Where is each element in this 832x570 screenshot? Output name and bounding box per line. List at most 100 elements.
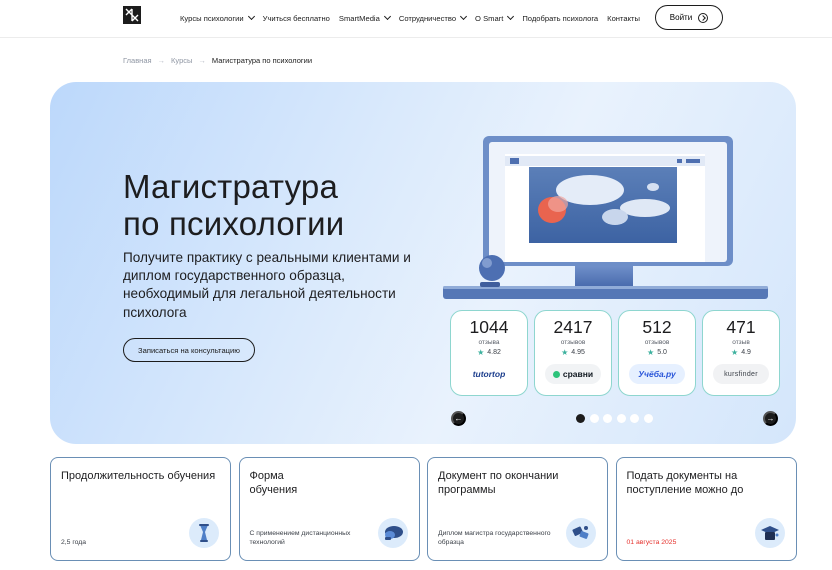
carousel-dots [576, 414, 657, 423]
nav-item-cooperation[interactable]: Сотрудничество [398, 12, 468, 23]
nav-item-smartmedia[interactable]: SmartMedia [338, 12, 391, 23]
review-label: отзыва [478, 339, 500, 346]
star-icon: ★ [731, 348, 739, 357]
info-card-form: Форма обучения С применением дистанционн… [238, 457, 420, 561]
review-cards: 1044 отзыва ★ 4.82 tutortop 2417 отзывов … [450, 310, 786, 396]
nav-label: Контакты [607, 13, 640, 23]
info-card-deadline: Подать документы на поступление можно до… [615, 457, 797, 561]
monitor-illustration [443, 136, 768, 299]
info-card-value: Диплом магистра государственного образца [438, 530, 551, 546]
info-card-title: Форма обучения [250, 469, 415, 497]
review-count: 471 [726, 317, 756, 337]
carousel-prev-button[interactable]: ← [451, 411, 466, 426]
info-card-title: Подать документы на поступление можно до [627, 469, 792, 497]
review-rating: ★ 4.9 [731, 348, 751, 357]
chevron-down-icon [460, 12, 468, 21]
chevron-down-icon [247, 12, 255, 21]
star-icon: ★ [647, 348, 655, 357]
carousel-dot[interactable] [630, 414, 639, 423]
info-card-title: Продолжительность обучения [61, 470, 216, 482]
info-card-value: С применением дистанционных технологий [249, 530, 351, 546]
star-icon: ★ [561, 348, 569, 357]
info-card-title-text: Документ по окончании программы [438, 470, 559, 496]
hero-banner: Магистратура по психологии Получите прак… [50, 82, 796, 444]
info-card-title-text: Форма обучения [249, 470, 298, 496]
nav-item-find-psychologist[interactable]: Подобрать психолога [522, 14, 598, 23]
carousel-dot[interactable] [576, 414, 585, 423]
review-card-tutortop[interactable]: 1044 отзыва ★ 4.82 tutortop [450, 310, 528, 396]
breadcrumb-current: Магистратура по психологии [211, 56, 313, 65]
star-icon: ★ [477, 348, 485, 357]
rating-value: 4.82 [487, 349, 501, 356]
carousel-dot[interactable] [589, 414, 599, 423]
chevron-down-icon [507, 12, 515, 21]
breadcrumb-separator: → [157, 56, 166, 65]
nav-item-about[interactable]: О Smart [475, 12, 515, 23]
hourglass-icon [189, 518, 219, 548]
review-label: отзывов [644, 339, 670, 346]
info-card-title-text: Подать документы на поступление можно до [626, 470, 744, 496]
info-card-value: 2,5 года [61, 539, 87, 546]
login-label: Войти [669, 13, 693, 22]
rating-value: 4.95 [571, 349, 585, 356]
carousel-next-button[interactable]: → [763, 411, 778, 426]
nav-item-courses[interactable]: Курсы психологии [180, 12, 255, 23]
nav-item-contacts[interactable]: Контакты [607, 14, 640, 23]
breadcrumb: Главная → Курсы → Магистратура по психол… [123, 56, 312, 65]
nav-label: SmartMedia [338, 13, 380, 23]
review-rating: ★ 5.0 [647, 348, 667, 357]
consultation-button[interactable]: Записаться на консультацию [123, 338, 255, 362]
program-info-cards: Продолжительность обучения 2,5 года Форм… [50, 457, 804, 561]
review-label: отзывов [560, 339, 586, 346]
main-nav: Курсы психологии Учиться бесплатно Smart… [180, 0, 649, 36]
review-card-kursfinder[interactable]: 471 отзыв ★ 4.9 kursfinder [702, 310, 780, 396]
sravni-mark-icon [552, 370, 560, 378]
carousel-dot[interactable] [616, 414, 626, 423]
title-line: Магистратура [123, 168, 338, 205]
review-rating: ★ 4.82 [477, 348, 501, 357]
review-count: 512 [642, 317, 672, 337]
carousel-dot[interactable] [643, 414, 653, 423]
rating-value: 4.9 [741, 349, 751, 356]
info-card-duration: Продолжительность обучения 2,5 года [50, 457, 231, 561]
deadline-date: 01 августа 2025 [626, 539, 677, 546]
graduation-cap-icon [754, 518, 785, 548]
nav-label: Учиться бесплатно [262, 13, 330, 23]
info-card-title: Документ по окончании программы [438, 469, 603, 497]
login-button[interactable]: Войти [655, 5, 723, 30]
tutortop-logo: tutortop [461, 364, 517, 384]
sravni-logo: сравни [545, 364, 601, 384]
arrow-right-circle-icon [698, 12, 709, 23]
chevron-down-icon [383, 12, 391, 21]
breadcrumb-courses[interactable]: Курсы [171, 56, 192, 65]
review-card-sravni[interactable]: 2417 отзывов ★ 4.95 сравни [534, 310, 612, 396]
nav-label: Подобрать психолога [522, 13, 599, 23]
review-label: отзыв [732, 339, 750, 346]
review-count: 1044 [469, 317, 509, 337]
review-rating: ★ 4.95 [561, 348, 585, 357]
ucheba-logo: Учёба.ру [629, 364, 685, 384]
rating-value: 5.0 [657, 349, 667, 356]
review-count: 2417 [553, 317, 593, 337]
nav-label: О Smart [475, 13, 504, 23]
carousel-dot[interactable] [603, 414, 612, 423]
page-title: Магистратура по психологии [123, 168, 344, 242]
site-header: Курсы психологии Учиться бесплатно Smart… [0, 0, 832, 38]
breadcrumb-home[interactable]: Главная [123, 56, 152, 65]
kursfinder-logo: kursfinder [713, 364, 769, 384]
nav-label: Курсы психологии [180, 13, 244, 23]
hero-subtitle: Получите практику с реальными клиентами … [123, 250, 411, 320]
breadcrumb-separator: → [198, 56, 206, 65]
platform-name: сравни [562, 369, 594, 379]
logo-mark-icon [123, 6, 141, 24]
cloud-chat-icon [377, 518, 408, 548]
document-icon [566, 518, 596, 548]
review-card-ucheba[interactable]: 512 отзывов ★ 5.0 Учёба.ру [618, 310, 696, 396]
nav-item-free-learning[interactable]: Учиться бесплатно [263, 14, 330, 23]
title-line: по психологии [123, 205, 345, 242]
site-logo[interactable] [123, 6, 141, 24]
arrow-right-icon: → [766, 414, 775, 423]
arrow-left-icon: ← [454, 414, 463, 423]
info-card-document: Документ по окончании программы Диплом м… [427, 457, 608, 561]
nav-label: Сотрудничество [398, 13, 457, 23]
